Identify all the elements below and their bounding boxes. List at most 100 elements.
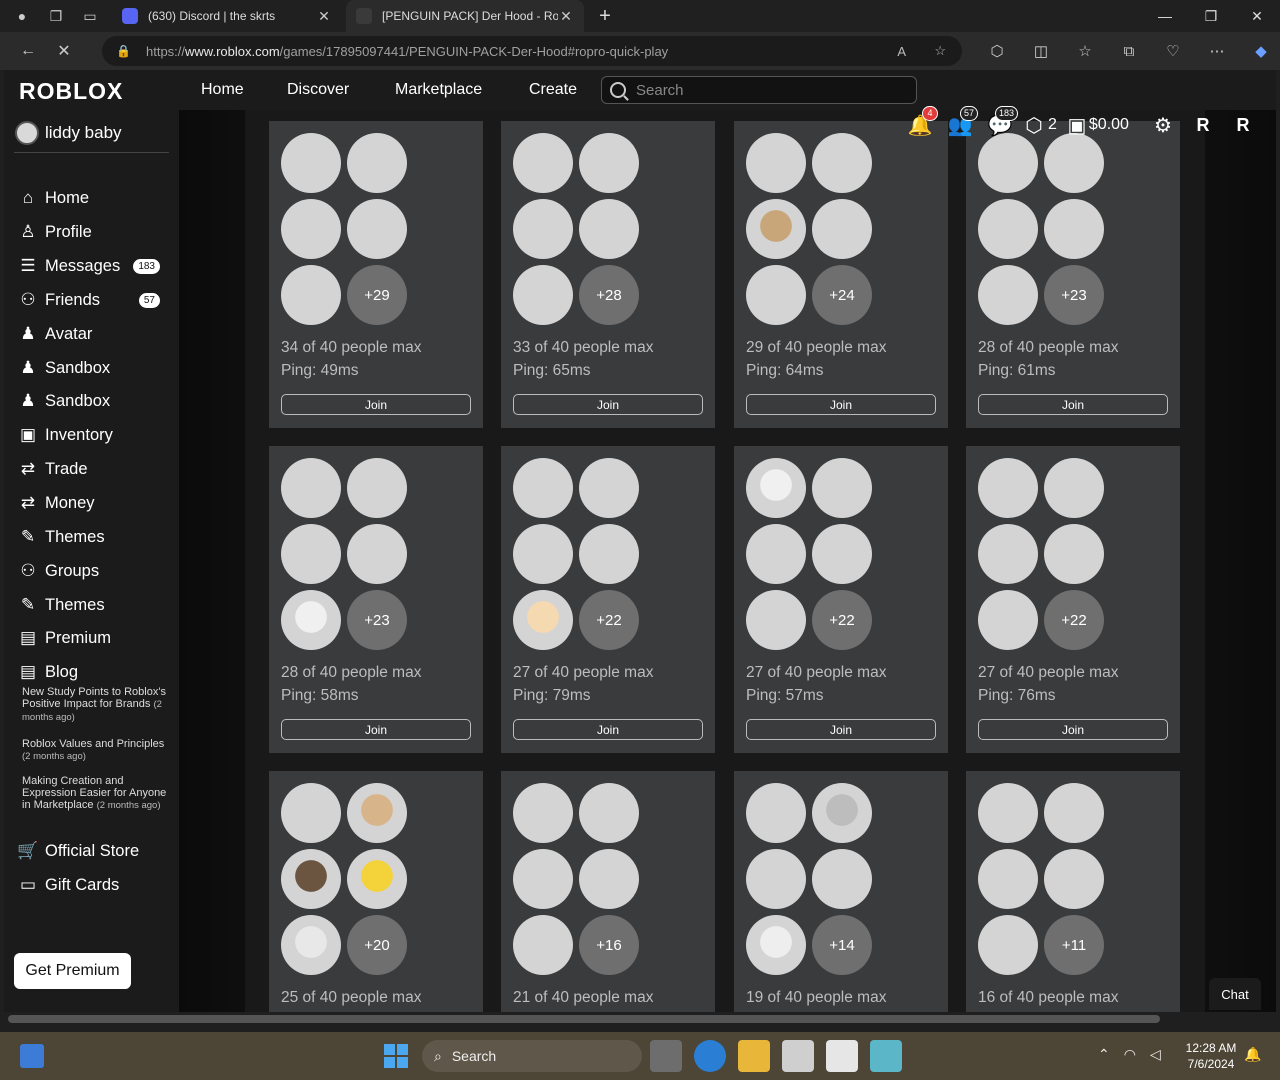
player-count: 27 of 40 people max (513, 664, 654, 681)
blog-post-link[interactable]: Making Creation and Expression Easier fo… (22, 775, 172, 812)
app-icon[interactable] (870, 1040, 902, 1072)
extensions-icon[interactable]: ⬡ (975, 36, 1019, 66)
copilot-icon[interactable]: ◆ (1239, 36, 1280, 66)
favorites-icon[interactable]: ☆ (1063, 36, 1107, 66)
sidebar-item-sandbox[interactable]: ♟ Sandbox (16, 353, 166, 383)
player-avatar[interactable] (347, 783, 407, 843)
profile-icon[interactable]: ● (10, 4, 34, 28)
app-icon[interactable] (782, 1040, 814, 1072)
minimize-button[interactable]: — (1142, 0, 1188, 32)
notification-bell-icon[interactable]: 🔔 (1244, 1046, 1261, 1063)
sidebar-item-messages[interactable]: ☰ Messages 183 (16, 251, 166, 281)
join-button[interactable]: Join (746, 394, 936, 415)
player-avatar[interactable] (281, 915, 341, 975)
nav-marketplace[interactable]: Marketplace (395, 81, 482, 99)
sidebar-item-premium[interactable]: ▤ Premium (16, 623, 166, 653)
read-aloud-icon[interactable]: A (897, 44, 906, 59)
join-button[interactable]: Join (746, 719, 936, 740)
volume-icon[interactable]: ◁ (1150, 1046, 1161, 1063)
taskbar-search[interactable]: ⌕ Search (422, 1040, 642, 1072)
nav-home[interactable]: Home (201, 81, 244, 99)
sidebar-item-inventory[interactable]: ▣ Inventory (16, 420, 166, 450)
join-button[interactable]: Join (281, 719, 471, 740)
url-field[interactable]: 🔒 https://www.roblox.com/games/178950974… (102, 36, 962, 66)
user-profile-link[interactable]: liddy baby (15, 121, 122, 145)
player-avatar[interactable] (347, 849, 407, 909)
player-avatar[interactable] (812, 783, 872, 843)
messages-icon[interactable]: 💬 183 (980, 106, 1020, 142)
tab-roblox[interactable]: [PENGUIN PACK] Der Hood - Rol ✕ (346, 0, 584, 32)
stop-loading-button[interactable]: ✕ (46, 36, 82, 66)
close-icon[interactable]: ✕ (316, 8, 332, 25)
money-balance[interactable]: $0.00 (1089, 116, 1129, 134)
sidebar-item-sandbox[interactable]: ♟ Sandbox (16, 386, 166, 416)
join-button[interactable]: Join (978, 719, 1168, 740)
nav-discover[interactable]: Discover (287, 81, 349, 99)
chevron-up-icon[interactable]: ⌃ (1098, 1046, 1110, 1063)
sidebar-item-friends[interactable]: ⚇ Friends 57 (16, 285, 166, 315)
roblox-logo[interactable]: ROBLOX (19, 78, 123, 105)
join-button[interactable]: Join (281, 394, 471, 415)
split-screen-icon[interactable]: ◫ (1019, 36, 1063, 66)
join-button[interactable]: Join (978, 394, 1168, 415)
player-avatar[interactable] (746, 915, 806, 975)
tab-discord[interactable]: (630) Discord | the skrts ✕ (112, 0, 342, 32)
task-view-icon[interactable] (650, 1040, 682, 1072)
blog-post-link[interactable]: New Study Points to Roblox's Positive Im… (22, 686, 172, 724)
wifi-icon[interactable]: ◠ (1124, 1046, 1136, 1063)
player-avatar[interactable] (281, 849, 341, 909)
notifications-icon[interactable]: 🔔 4 (900, 106, 940, 142)
close-icon[interactable]: ✕ (558, 8, 574, 25)
close-window-button[interactable]: ✕ (1234, 0, 1280, 32)
sidebar-item-avatar[interactable]: ♟ Avatar (16, 319, 166, 349)
more-icon[interactable]: ⋯ (1195, 36, 1239, 66)
ropro-icon[interactable]: R (1223, 108, 1263, 142)
robux-balance[interactable]: 2 (1048, 116, 1057, 134)
lock-icon[interactable]: 🔒 (116, 44, 132, 58)
player-avatar[interactable] (281, 590, 341, 650)
sidebar-item-profile[interactable]: ♙ Profile (16, 217, 166, 247)
blog-post-link[interactable]: Roblox Values and Principles (2 months a… (22, 738, 172, 763)
search-input[interactable]: Search (601, 76, 917, 104)
sidebar-item-themes[interactable]: ✎ Themes (16, 522, 166, 552)
chat-button[interactable]: Chat (1209, 978, 1261, 1010)
collections-icon[interactable]: ⧉ (1107, 36, 1151, 66)
player-avatar[interactable] (746, 199, 806, 259)
ropro-icon[interactable]: R (1183, 108, 1223, 142)
widgets-icon[interactable] (20, 1044, 44, 1068)
favorite-star-icon[interactable]: ☆ (934, 43, 946, 59)
workspaces-icon[interactable]: ❐ (44, 4, 68, 28)
sidebar-item-themes[interactable]: ✎ Themes (16, 590, 166, 620)
wallet-icon[interactable]: ▣ (1065, 108, 1089, 142)
start-button[interactable] (384, 1044, 408, 1068)
sidebar-item-label: Inventory (45, 425, 113, 444)
horizontal-scrollbar[interactable] (4, 1012, 1276, 1026)
new-tab-button[interactable]: + (590, 5, 620, 28)
sidebar-item-money[interactable]: ⇄ Money (16, 488, 166, 518)
back-button[interactable]: ← (10, 36, 46, 66)
join-button[interactable]: Join (513, 719, 703, 740)
edge-icon[interactable] (694, 1040, 726, 1072)
sidebar-item-official-store[interactable]: 🛒 Official Store (16, 836, 166, 866)
sidebar-item-blog[interactable]: ▤ Blog (16, 657, 166, 687)
sidebar-item-gift-cards[interactable]: ▭ Gift Cards (16, 870, 166, 900)
nav-create[interactable]: Create (529, 81, 577, 99)
performance-icon[interactable]: ♡ (1151, 36, 1195, 66)
clock[interactable]: 12:28 AM 7/6/2024 (1180, 1040, 1242, 1072)
player-avatar[interactable] (513, 590, 573, 650)
sidebar-item-home[interactable]: ⌂ Home (16, 183, 166, 213)
scrollbar-thumb[interactable] (8, 1015, 1160, 1023)
player-avatar[interactable] (746, 458, 806, 518)
join-button[interactable]: Join (513, 394, 703, 415)
file-explorer-icon[interactable] (738, 1040, 770, 1072)
sidebar-item-groups[interactable]: ⚇ Groups (16, 556, 166, 586)
restore-button[interactable]: ❐ (1188, 0, 1234, 32)
friends-icon[interactable]: 👥 57 (940, 106, 980, 142)
sidebar-item-trade[interactable]: ⇄ Trade (16, 454, 166, 484)
get-premium-button[interactable]: Get Premium (14, 953, 131, 989)
robux-icon[interactable]: ⬡ (1020, 108, 1048, 142)
roblox-app-icon[interactable] (826, 1040, 858, 1072)
tab-actions-icon[interactable]: ▭ (78, 4, 102, 28)
settings-gear-icon[interactable]: ⚙ (1143, 108, 1183, 142)
player-slot (746, 524, 806, 584)
